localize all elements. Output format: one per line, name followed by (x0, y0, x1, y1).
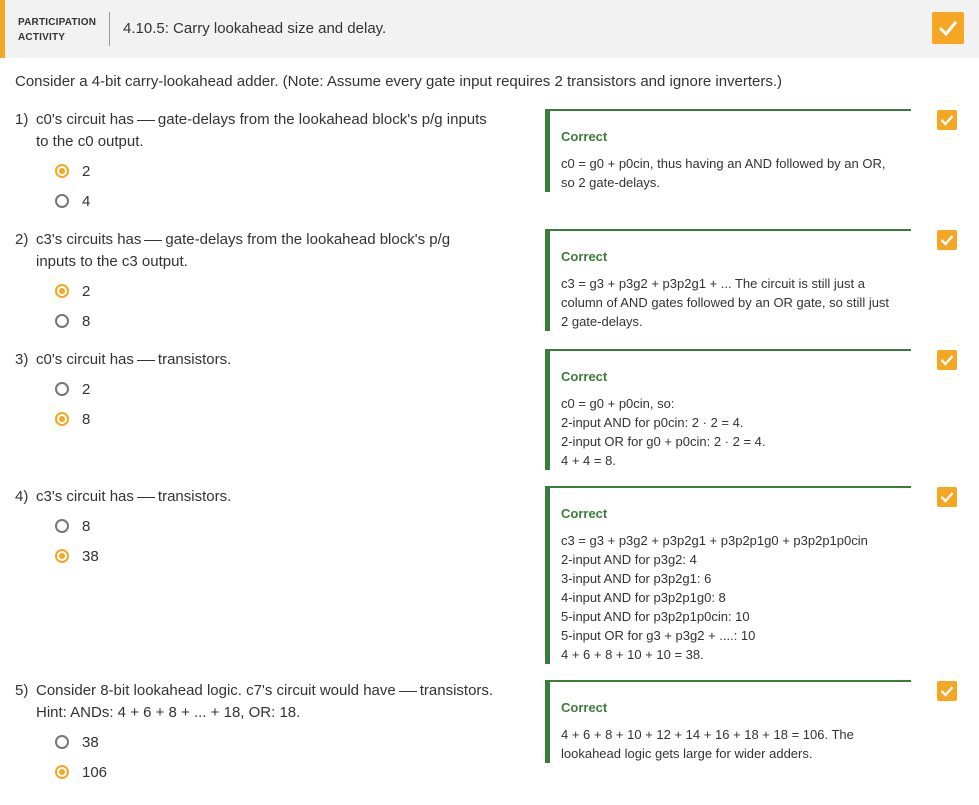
question-text-post: transistors. (157, 351, 232, 368)
question-4-text: 4) c3's circuit has transistors. (15, 486, 231, 508)
answer-option-label: 38 (82, 548, 99, 565)
question-line-1: 3) c0's circuit has transistors. (15, 349, 231, 371)
answer-option-label: 2 (82, 283, 91, 300)
activity-header: PARTICIPATION ACTIVITY 4.10.5: Carry loo… (0, 0, 979, 58)
answer-blank (136, 497, 155, 498)
question-line-1: 2) c3's circuits has gate-delays from the … (15, 229, 450, 251)
question-text-pre: c3's circuits has (36, 231, 142, 248)
radio-button[interactable] (55, 194, 69, 208)
feedback-panel: Correct c3 = g3 + p3g2 + p3p2g1 + p3p2p1g… (545, 486, 911, 664)
question-text-post: gate-delays from the lookahead block's p… (165, 231, 451, 248)
feedback-title: Correct (561, 129, 608, 144)
answer-option-label: 8 (82, 411, 91, 428)
feedback-line: 2-input AND for p0cin: 2 · 2 = 4. (561, 415, 744, 430)
correct-check-icon (937, 681, 957, 701)
feedback-line: 5-input AND for p3p2p1p0cin: 10 (561, 609, 750, 624)
radio-button[interactable] (55, 519, 69, 533)
feedback-panel: Correct 4 + 6 + 8 + 10 + 12 + 14 + 16 + 1… (545, 680, 911, 763)
correct-check-icon (937, 350, 957, 370)
feedback-line: so 2 gate-delays. (561, 175, 661, 190)
feedback-line: c0 = g0 + p0cin, thus having an AND foll… (561, 156, 886, 171)
feedback-line: column of AND gates followed by an OR ga… (561, 295, 890, 310)
answer-blank (136, 360, 155, 361)
answer-option-label: 4 (82, 193, 91, 210)
feedback-line: c3 = g3 + p3g2 + p3p2g1 + p3p2p1g0 + p3p… (561, 533, 868, 548)
feedback-line: 4-input AND for p3p2p1g0: 8 (561, 590, 726, 605)
feedback-panel: Correct c0 = g0 + p0cin, so: 2-input AND f… (545, 349, 911, 470)
participation-badge: PARTICIPATION ACTIVITY (18, 17, 97, 43)
answer-option-label: 38 (82, 734, 99, 751)
question-line-2: inputs to the c3 output. (36, 253, 188, 270)
question-text-pre: Consider 8-bit lookahead logic. c7's cir… (36, 682, 396, 699)
header-accent-bar (0, 0, 5, 58)
question-3-text: 3) c0's circuit has transistors. (15, 349, 231, 371)
question-1-text: 1) c0's circuit has gate-delays from the l… (15, 109, 487, 153)
feedback-panel: Correct c0 = g0 + p0cin, thus having an A… (545, 109, 911, 192)
badge-divider (109, 12, 110, 46)
feedback-line: 5-input OR for g3 + p3g2 + ....: 10 (561, 628, 756, 643)
radio-button[interactable] (55, 382, 69, 396)
radio-button[interactable] (55, 735, 69, 749)
feedback-title: Correct (561, 506, 608, 521)
question-number: 3) (15, 351, 29, 368)
question-text-pre: c3's circuit has (36, 488, 134, 505)
feedback-line: 2 gate-delays. (561, 314, 643, 329)
answer-option-label: 8 (82, 313, 91, 330)
answer-blank (136, 120, 155, 121)
feedback-title: Correct (561, 369, 608, 384)
answer-option-label: 106 (82, 764, 108, 781)
answer-blank (398, 691, 417, 692)
answer-option-label: 2 (82, 163, 91, 180)
radio-button[interactable] (55, 412, 69, 426)
question-line-1: 4) c3's circuit has transistors. (15, 486, 231, 508)
activity-intro: Consider a 4-bit carry-lookahead adder. … (15, 73, 783, 90)
question-text-post: transistors. (419, 682, 494, 699)
feedback-line: c3 = g3 + p3g2 + p3p2g1 + ... The circui… (561, 276, 865, 291)
question-number: 1) (15, 111, 29, 128)
radio-button[interactable] (55, 765, 69, 779)
activity-complete-check-icon (932, 12, 964, 44)
feedback-line: 4 + 4 = 8. (561, 453, 616, 468)
answer-option-label: 8 (82, 518, 91, 535)
radio-button[interactable] (55, 284, 69, 298)
feedback-line: 3-input AND for p3p2g1: 6 (561, 571, 712, 586)
question-text-pre: c0's circuit has (36, 111, 134, 128)
feedback-title: Correct (561, 249, 608, 264)
correct-check-icon (937, 110, 957, 130)
question-number: 2) (15, 231, 29, 248)
question-5-text: 5) Consider 8-bit lookahead logic. c7's c… (15, 680, 493, 724)
question-line-2: Hint: ANDs: 4 + 6 + 8 + ... + 18, OR: 18… (36, 704, 301, 721)
feedback-line: 2-input OR for g0 + p0cin: 2 · 2 = 4. (561, 434, 766, 449)
question-line-1: 1) c0's circuit has gate-delays from the l… (15, 109, 487, 131)
question-line-2: to the c0 output. (36, 133, 144, 150)
radio-button[interactable] (55, 164, 69, 178)
radio-button[interactable] (55, 314, 69, 328)
feedback-title: Correct (561, 700, 608, 715)
feedback-line: 4 + 6 + 8 + 10 + 10 = 38. (561, 647, 704, 662)
question-text-post: transistors. (157, 488, 232, 505)
question-number: 4) (15, 488, 29, 505)
question-2-text: 2) c3's circuits has gate-delays from the … (15, 229, 450, 273)
feedback-line: c0 = g0 + p0cin, so: (561, 396, 675, 411)
correct-check-icon (937, 230, 957, 250)
feedback-panel: Correct c3 = g3 + p3g2 + p3p2g1 + ... The… (545, 229, 911, 331)
answer-blank (144, 240, 163, 241)
feedback-line: lookahead logic gets large for wider add… (561, 746, 813, 761)
question-text-pre: c0's circuit has (36, 351, 134, 368)
answer-option-label: 2 (82, 381, 91, 398)
feedback-line: 2-input AND for p3g2: 4 (561, 552, 697, 567)
radio-button[interactable] (55, 549, 69, 563)
activity-title: 4.10.5: Carry lookahead size and delay. (123, 20, 387, 37)
question-text-post: gate-delays from the lookahead block's p… (157, 111, 487, 128)
correct-check-icon (937, 487, 957, 507)
question-number: 5) (15, 682, 29, 699)
feedback-line: 4 + 6 + 8 + 10 + 12 + 14 + 16 + 18 + 18 … (561, 727, 854, 742)
question-line-1: 5) Consider 8-bit lookahead logic. c7's c… (15, 680, 493, 702)
